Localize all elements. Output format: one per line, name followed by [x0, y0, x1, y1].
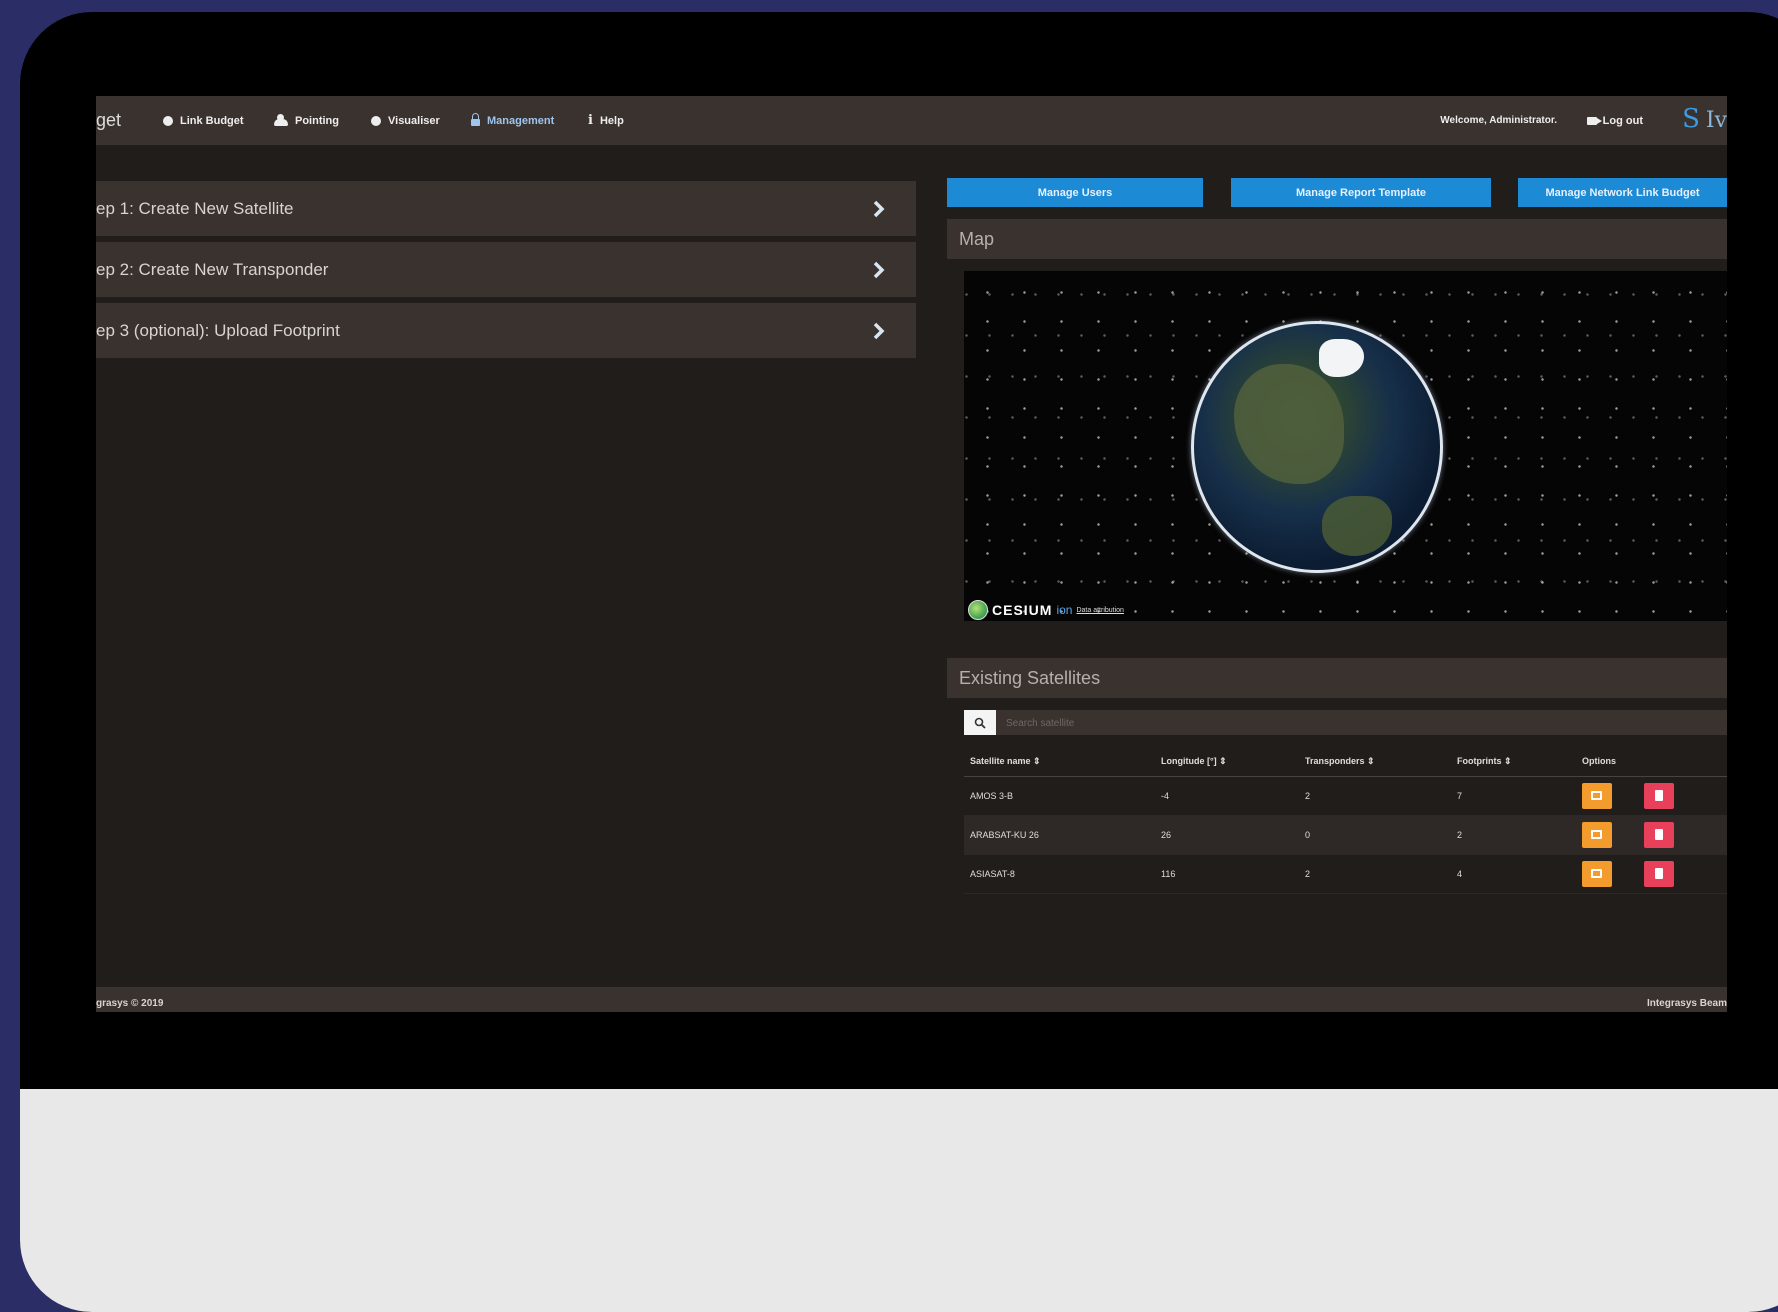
device-chin	[20, 1089, 1778, 1312]
manage-report-template-button[interactable]: Manage Report Template	[1231, 178, 1491, 207]
map-viewer[interactable]: CESIUM ion Data attribution	[964, 271, 1727, 621]
manage-users-button[interactable]: Manage Users	[947, 178, 1203, 207]
globe-icon	[371, 115, 381, 126]
cell-satellite-name: ASIASAT-8	[964, 854, 1155, 894]
satellite-search-input[interactable]	[1004, 710, 1708, 737]
nav-label: Help	[599, 114, 624, 127]
logo-mark: S	[1682, 104, 1700, 134]
brand-name[interactable]: get	[96, 110, 121, 131]
cesium-label: CESIUM	[992, 602, 1053, 618]
footer-brand-link[interactable]: Integrasys Beam	[1647, 998, 1727, 1009]
globe-icon	[163, 115, 173, 126]
table-row: AMOS 3-B -4 2 7	[964, 776, 1727, 816]
existing-satellites-header: Existing Satellites	[947, 658, 1727, 698]
cell-longitude: 116	[1155, 854, 1299, 894]
cell-footprints: 4	[1451, 854, 1576, 894]
nav-management[interactable]: Management	[471, 113, 555, 127]
edit-button[interactable]	[1582, 861, 1612, 887]
manage-network-link-budget-button[interactable]: Manage Network Link Budget	[1518, 178, 1727, 207]
nav-label: Link Budget	[180, 114, 244, 127]
delete-button[interactable]	[1644, 783, 1674, 809]
delete-button[interactable]	[1644, 861, 1674, 887]
step-label: ep 1: Create New Satellite	[96, 198, 294, 218]
page-footer: grasys © 2019 Integrasys Beam	[96, 987, 1727, 1012]
ice-cap	[1319, 339, 1364, 377]
chevron-right-icon	[873, 261, 885, 279]
continent	[1234, 364, 1344, 484]
cell-options	[1576, 815, 1727, 855]
nav-help[interactable]: i Help	[588, 113, 624, 128]
cesium-credit[interactable]: CESIUM ion Data attribution	[968, 600, 1124, 620]
data-attribution-link[interactable]: Data attribution	[1076, 607, 1123, 614]
search-icon	[974, 717, 986, 729]
continent	[1322, 496, 1392, 556]
cell-transponders: 2	[1299, 854, 1451, 894]
map-header: Map	[947, 219, 1727, 259]
table-header-row: Satellite name ⇕ Longitude [°] ⇕ Transpo…	[964, 746, 1727, 777]
ion-label: ion	[1056, 603, 1073, 617]
step-label: ep 2: Create New Transponder	[96, 259, 329, 279]
copyright-text: grasys © 2019	[96, 998, 164, 1009]
chevron-right-icon	[873, 322, 885, 340]
cell-transponders: 2	[1299, 776, 1451, 816]
nav-label: Management	[487, 114, 555, 127]
step-label: ep 3 (optional): Upload Footprint	[96, 320, 340, 340]
satellites-table: Satellite name ⇕ Longitude [°] ⇕ Transpo…	[964, 746, 1727, 894]
cloud-icon	[274, 113, 288, 126]
nav-label: Pointing	[295, 114, 339, 127]
table-row: ASIASAT-8 116 2 4	[964, 854, 1727, 894]
col-satellite-name[interactable]: Satellite name ⇕	[964, 746, 1155, 777]
nav-label: Visualiser	[388, 114, 440, 127]
device-frame: get Link Budget Pointing Visualiser Mana…	[20, 12, 1778, 1312]
welcome-text: Welcome, Administrator.	[1440, 115, 1557, 126]
top-navbar: get Link Budget Pointing Visualiser Mana…	[96, 96, 1727, 145]
cell-footprints: 7	[1451, 776, 1576, 816]
edit-button[interactable]	[1582, 822, 1612, 848]
logout-button[interactable]: Log out	[1586, 114, 1643, 127]
nav-pointing[interactable]: Pointing	[274, 113, 339, 127]
logout-label: Log out	[1602, 114, 1643, 127]
cell-satellite-name: ARABSAT-KU 26	[964, 815, 1155, 855]
satellite-search-bar	[964, 710, 1727, 737]
col-transponders[interactable]: Transponders ⇕	[1299, 746, 1451, 777]
table-row: ARABSAT-KU 26 26 0 2	[964, 815, 1727, 855]
cell-longitude: -4	[1155, 776, 1299, 816]
delete-button[interactable]	[1644, 822, 1674, 848]
col-options: Options	[1576, 746, 1727, 777]
step-upload-footprint[interactable]: ep 3 (optional): Upload Footprint	[96, 303, 916, 358]
app-window: get Link Budget Pointing Visualiser Mana…	[96, 96, 1727, 1012]
search-button[interactable]	[964, 710, 996, 735]
nav-link-budget[interactable]: Link Budget	[163, 115, 244, 127]
logout-icon	[1586, 116, 1602, 125]
cell-footprints: 2	[1451, 815, 1576, 855]
nav-visualiser[interactable]: Visualiser	[371, 115, 440, 127]
earth-globe[interactable]	[1191, 321, 1443, 573]
cell-satellite-name: AMOS 3-B	[964, 776, 1155, 816]
step-create-satellite[interactable]: ep 1: Create New Satellite	[96, 181, 916, 236]
company-logo[interactable]: S Iv	[1682, 104, 1727, 134]
info-icon: i	[588, 113, 593, 128]
step-create-transponder[interactable]: ep 2: Create New Transponder	[96, 242, 916, 297]
edit-button[interactable]	[1582, 783, 1612, 809]
cell-options	[1576, 854, 1727, 894]
cell-options	[1576, 776, 1727, 816]
cesium-logo-icon	[968, 600, 988, 620]
logo-text: Iv	[1705, 108, 1727, 133]
col-footprints[interactable]: Footprints ⇕	[1451, 746, 1576, 777]
chevron-right-icon	[873, 200, 885, 218]
cell-transponders: 0	[1299, 815, 1451, 855]
lock-icon	[471, 113, 480, 126]
col-longitude[interactable]: Longitude [°] ⇕	[1155, 746, 1299, 777]
cell-longitude: 26	[1155, 815, 1299, 855]
